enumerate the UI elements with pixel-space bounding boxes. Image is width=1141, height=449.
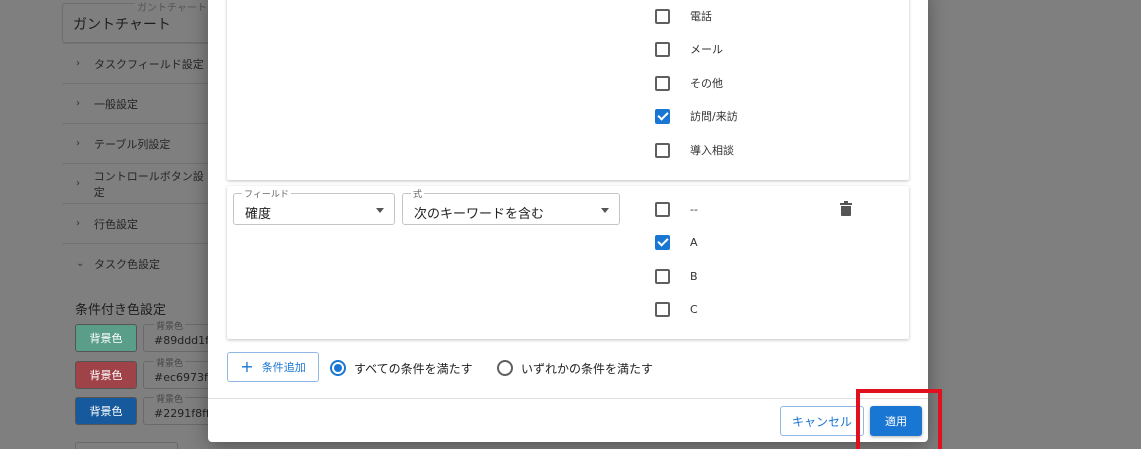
section-row-color: › 行色設定 xyxy=(62,203,212,243)
option-row[interactable]: A xyxy=(655,232,698,252)
dropdown-arrow-icon xyxy=(376,208,384,213)
trash-can xyxy=(841,206,851,216)
field-select-legend: フィールド xyxy=(242,187,291,200)
bg-color-field: 背景色 #ec6973ff xyxy=(143,356,213,389)
radio-label: いずれかの条件を満たす xyxy=(521,361,654,376)
checkbox[interactable] xyxy=(655,201,670,217)
condition-dialog: 電話 メール その他 訪問/来訪 導入相談 フィールド 確度 式 次のキーワード… xyxy=(208,0,928,442)
radio-button[interactable] xyxy=(497,360,513,376)
expression-select-value: 次のキーワードを含む xyxy=(414,207,545,222)
add-condition-label: 条件追加 xyxy=(261,361,306,374)
checkbox-label: -- xyxy=(690,202,698,216)
bg-color-field-legend: 背景色 xyxy=(154,356,186,369)
bg-color-field-value: #89ddd1ff xyxy=(154,334,213,347)
gantt-title: ガントチャート xyxy=(73,17,171,33)
option-row[interactable]: C xyxy=(655,299,698,319)
checkbox[interactable] xyxy=(655,8,670,24)
section-general: › 一般設定 xyxy=(62,83,212,123)
checkbox[interactable] xyxy=(655,75,670,91)
section-task-field: › タスクフィールド設定 xyxy=(62,43,212,83)
highlight-annotation-box xyxy=(856,389,942,449)
bg-add-button xyxy=(75,442,178,449)
checkbox-label: 訪問/来訪 xyxy=(690,110,738,123)
bg-color-field-legend: 背景色 xyxy=(154,392,186,405)
checkbox-label: メール xyxy=(690,43,723,56)
dropdown-arrow-icon xyxy=(601,208,609,213)
section-label: タスクフィールド設定 xyxy=(94,57,204,71)
bg-color-field-value: #2291f8ff xyxy=(154,407,210,420)
bg-color-button: 背景色 xyxy=(75,361,137,389)
radio-button-checked[interactable] xyxy=(330,360,346,376)
section-label: 一般設定 xyxy=(94,97,138,111)
checkbox-label: B xyxy=(690,269,698,283)
add-condition-button[interactable]: + 条件追加 xyxy=(227,352,319,382)
radio-any-condition[interactable]: いずれかの条件を満たす xyxy=(497,359,653,377)
checkbox-checked[interactable] xyxy=(655,234,670,250)
section-label: タスク色設定 xyxy=(94,257,160,271)
bg-color-field: 背景色 #2291f8ff xyxy=(143,392,213,425)
checkbox[interactable] xyxy=(655,142,670,158)
bg-color-button: 背景色 xyxy=(75,324,137,352)
option-row[interactable]: 訪問/来訪 xyxy=(655,106,738,126)
chevron-right-icon: › xyxy=(76,58,80,69)
radio-all-conditions[interactable]: すべての条件を満たす xyxy=(330,359,473,377)
option-row[interactable]: B xyxy=(655,266,698,286)
conditional-color-label: 条件付き色設定 xyxy=(75,303,167,318)
checkbox-label: C xyxy=(690,302,698,316)
checkbox-label: A xyxy=(690,235,698,249)
bg-color-button: 背景色 xyxy=(75,397,137,425)
trash-icon[interactable] xyxy=(840,201,852,217)
checkbox-checked[interactable] xyxy=(655,108,670,124)
trash-lid xyxy=(840,201,852,205)
expression-select-legend: 式 xyxy=(411,187,425,200)
bg-color-field: 背景色 #89ddd1ff xyxy=(143,319,213,352)
checkbox-label: 電話 xyxy=(690,10,712,23)
option-row[interactable]: 電話 xyxy=(655,6,712,26)
cancel-button[interactable]: キャンセル xyxy=(780,406,864,436)
option-row[interactable]: メール xyxy=(655,39,723,59)
checkbox[interactable] xyxy=(655,268,670,284)
chevron-right-icon: › xyxy=(76,178,80,189)
dialog-divider xyxy=(208,398,928,399)
section-label: コントロールボタン設定 xyxy=(93,169,204,199)
option-row[interactable]: 導入相談 xyxy=(655,140,734,160)
field-select-value: 確度 xyxy=(245,207,272,222)
chevron-right-icon: › xyxy=(76,218,80,229)
checkbox-label: 導入相談 xyxy=(690,144,734,157)
chevron-right-icon: › xyxy=(76,138,80,149)
condition-card: フィールド 確度 式 次のキーワードを含む -- A B C xyxy=(227,186,909,339)
bg-color-field-value: #ec6973ff xyxy=(154,371,212,384)
section-control-buttons: › コントロールボタン設定 xyxy=(62,163,212,203)
field-select[interactable]: フィールド 確度 xyxy=(233,187,395,225)
plus-icon: + xyxy=(240,357,254,376)
checkbox-label: その他 xyxy=(690,77,723,90)
checkbox[interactable] xyxy=(655,41,670,57)
section-task-color: ⌄ タスク色設定 xyxy=(62,243,212,283)
chevron-right-icon: › xyxy=(76,98,80,109)
radio-label: すべての条件を満たす xyxy=(354,361,473,376)
checkbox[interactable] xyxy=(655,301,670,317)
section-table-columns: › テーブル列設定 xyxy=(62,123,212,163)
expression-select[interactable]: 式 次のキーワードを含む xyxy=(402,187,620,225)
bg-color-field-legend: 背景色 xyxy=(154,319,186,332)
section-label: テーブル列設定 xyxy=(94,137,171,151)
section-label: 行色設定 xyxy=(94,217,138,231)
option-row[interactable]: その他 xyxy=(655,73,723,93)
option-row[interactable]: -- xyxy=(655,199,698,219)
condition-card: 電話 メール その他 訪問/来訪 導入相談 xyxy=(227,0,909,180)
chevron-down-icon: ⌄ xyxy=(76,258,85,269)
